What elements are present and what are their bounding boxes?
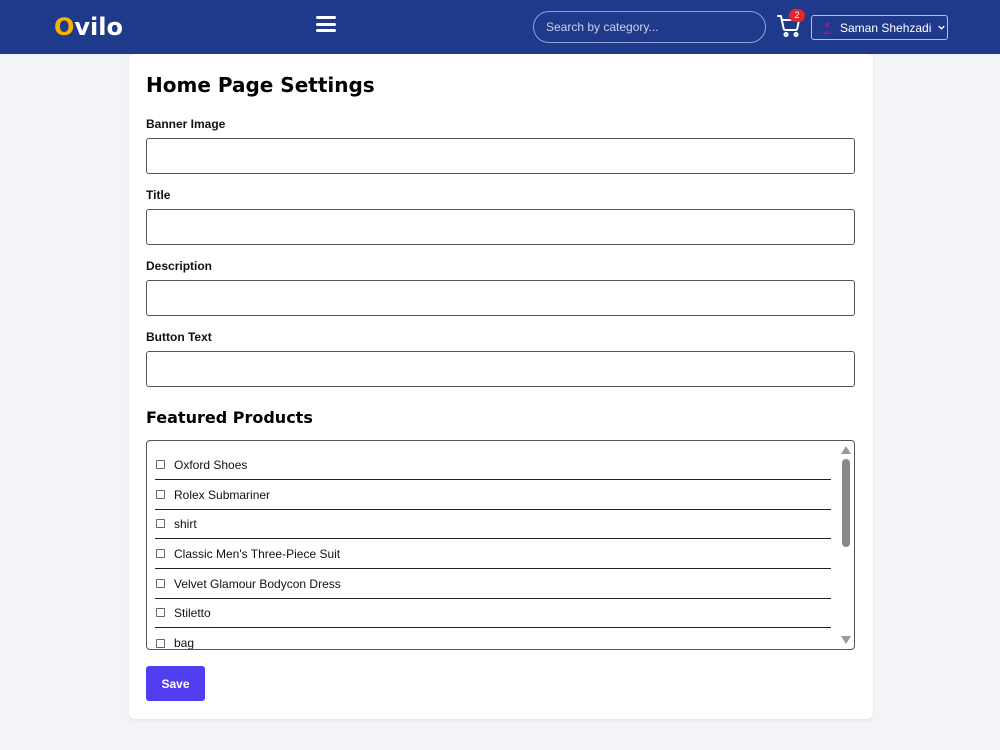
button-text-label: Button Text [146,330,212,344]
product-name: Classic Men's Three-Piece Suit [174,546,341,561]
product-name: Oxford Shoes [174,457,248,472]
menu-icon[interactable] [316,16,336,34]
checkbox[interactable] [156,608,165,617]
chevron-down-icon [938,25,946,30]
page-title: Home Page Settings [146,73,375,97]
list-item[interactable]: bag [155,628,831,650]
scrollbar-thumb[interactable] [842,459,850,547]
featured-products-list[interactable]: Oxford Shoes Rolex Submariner shirt Clas… [146,440,855,650]
featured-products-title: Featured Products [146,408,313,427]
checkbox[interactable] [156,549,165,558]
banner-image-input[interactable] [146,138,855,174]
checkbox[interactable] [156,579,165,588]
title-input[interactable] [146,209,855,245]
list-item[interactable]: Oxford Shoes [155,450,831,480]
product-name: Velvet Glamour Bodycon Dress [174,576,341,591]
checkbox[interactable] [156,460,165,469]
settings-card: Home Page Settings Banner Image Title De… [129,54,873,719]
list-item[interactable]: Stiletto [155,598,831,628]
logo[interactable]: Ovilo [54,12,123,42]
checkbox[interactable] [156,638,165,648]
cart-count-badge: 2 [789,9,805,22]
title-label: Title [146,188,171,202]
description-label: Description [146,259,213,273]
save-button[interactable]: Save [146,666,205,701]
list-item[interactable]: Rolex Submariner [155,480,831,510]
product-name: bag [174,636,195,650]
checkbox[interactable] [156,519,165,528]
description-input[interactable] [146,280,855,316]
product-name: Stiletto [174,605,211,620]
product-name: shirt [174,516,197,531]
banner-image-label: Banner Image [146,117,226,131]
checkbox[interactable] [156,490,165,499]
logo-initial: O [54,13,75,41]
list-item[interactable]: Velvet Glamour Bodycon Dress [155,569,831,599]
user-name: Saman Shehzadi [840,20,932,35]
product-name: Rolex Submariner [174,487,271,502]
scroll-up-arrow[interactable] [841,446,851,454]
button-text-input[interactable] [146,351,855,387]
list-item[interactable]: Classic Men's Three-Piece Suit [155,539,831,569]
navbar: Ovilo 2 Saman Shehzadi [0,0,1000,54]
list-item[interactable]: shirt [155,509,831,539]
user-icon [822,22,832,34]
user-menu-button[interactable]: Saman Shehzadi [811,15,948,40]
scroll-down-arrow[interactable] [841,636,851,644]
search-input[interactable] [533,11,766,43]
logo-text: vilo [74,13,123,41]
